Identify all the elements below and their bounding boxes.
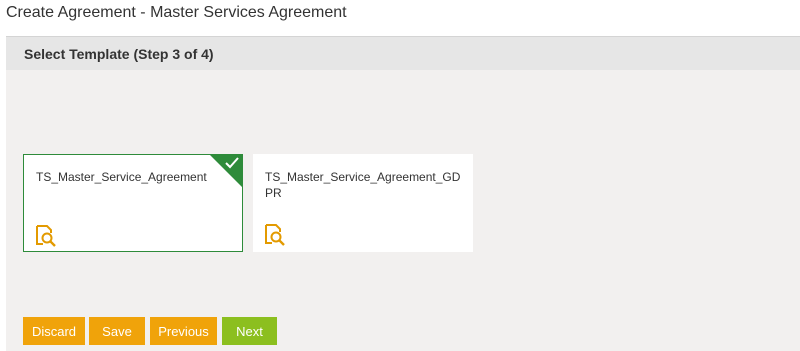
template-card-name: TS_Master_Service_Agreement_GDPR <box>265 170 461 200</box>
step-title: Select Template (Step 3 of 4) <box>24 46 214 62</box>
template-card-ts-master-service-agreement-gdpr[interactable]: TS_Master_Service_Agreement_GDPR <box>253 154 473 252</box>
preview-icon[interactable] <box>34 223 58 247</box>
save-button[interactable]: Save <box>89 317 145 345</box>
step-header: Select Template (Step 3 of 4) <box>6 36 800 70</box>
checkmark-icon <box>225 157 239 169</box>
template-card-name: TS_Master_Service_Agreement <box>36 170 207 184</box>
page-title: Create Agreement - Master Services Agree… <box>6 4 347 21</box>
previous-button[interactable]: Previous <box>150 317 217 345</box>
template-selection-area: TS_Master_Service_Agreement TS_Master_Se… <box>6 70 800 351</box>
discard-button[interactable]: Discard <box>23 317 85 345</box>
template-card-ts-master-service-agreement[interactable]: TS_Master_Service_Agreement <box>23 154 243 252</box>
preview-icon[interactable] <box>263 222 287 246</box>
next-button[interactable]: Next <box>222 317 277 345</box>
